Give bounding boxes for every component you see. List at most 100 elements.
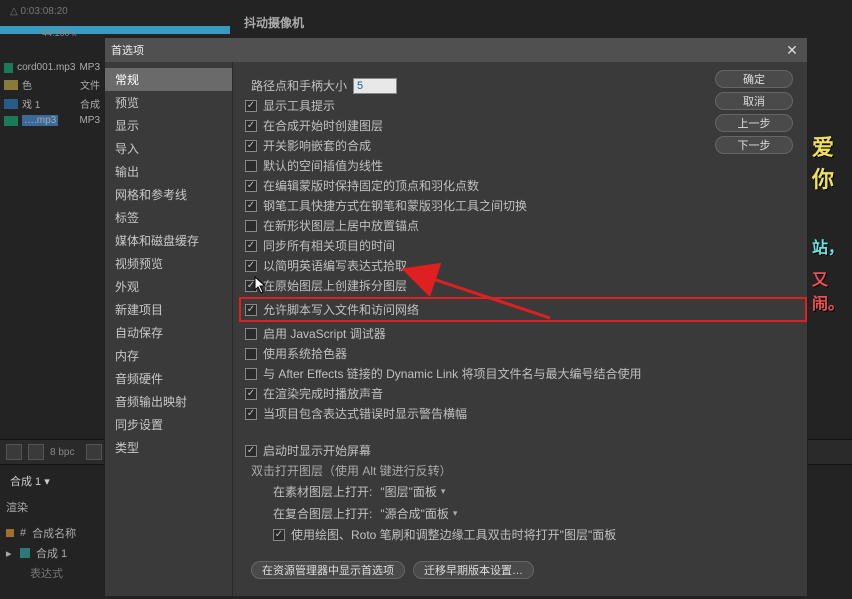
project-file-row[interactable]: 色文件 [0,75,104,94]
dialog-titlebar: 首选项 ✕ [105,38,807,62]
nav-item-14[interactable]: 音频输出映射 [105,390,232,413]
pref-label-5: 钢笔工具快捷方式在钢笔和蒙版羽化工具之间切换 [263,197,527,214]
pref-row-3: 默认的空间插值为线性 [245,157,807,174]
render-label: 渲染 [6,499,28,515]
pref-checkbox-15[interactable] [245,408,257,420]
nav-item-15[interactable]: 同步设置 [105,413,232,436]
pref-label-2: 开关影响嵌套的合成 [263,137,371,154]
migrate-settings-button[interactable]: 迁移早期版本设置… [413,561,534,579]
pref-row-11: 启用 JavaScript 调试器 [245,325,807,342]
project-file-row[interactable]: ….mp3MP3 [0,113,104,128]
dbl-row2-label: 在复合图层上打开: [273,505,372,522]
pref-checkbox-4[interactable] [245,180,257,192]
paint-tools-label: 使用绘图、Roto 笔刷和调整边缘工具双击时将打开"图层"面板 [291,526,616,543]
pref-checkbox-3[interactable] [245,160,257,172]
double-click-heading: 双击打开图层（使用 Alt 键进行反转） [251,462,807,479]
pref-label-10: 允许脚本写入文件和访问网络 [263,301,419,318]
nav-item-3[interactable]: 导入 [105,137,232,160]
comp-layer-dropdown[interactable]: "源合成"面板 ▾ [378,504,459,523]
footage-layer-dropdown-value: "图层"面板 [380,483,437,500]
timeline-row-1[interactable]: 合成 1 [36,545,67,561]
preferences-content: 确定 取消 上一步 下一步 路径点和手柄大小 显示工具提示在合成开始时创建图层开… [233,62,807,596]
pref-checkbox-8[interactable] [245,260,257,272]
nav-item-1[interactable]: 预览 [105,91,232,114]
nav-item-10[interactable]: 新建项目 [105,298,232,321]
ok-button[interactable]: 确定 [715,70,793,88]
cancel-button[interactable]: 取消 [715,92,793,110]
project-panel: cord001.mp3MP3色文件戏 1合成….mp3MP3 [0,60,104,460]
comp-layer-dropdown-value: "源合成"面板 [380,505,449,522]
project-file-row[interactable]: 戏 1合成 [0,94,104,113]
pref-checkbox-13[interactable] [245,368,257,380]
pref-row-13: 与 After Effects 链接的 Dynamic Link 将项目文件名与… [245,365,807,382]
toolbar-btn-1[interactable] [6,444,22,460]
nav-item-11[interactable]: 自动保存 [105,321,232,344]
file-name: 色 [22,77,32,92]
dbl-row1-label: 在素材图层上打开: [273,483,372,500]
file-type-icon [4,80,18,90]
nav-item-13[interactable]: 音频硬件 [105,367,232,390]
bg-samplerate: 44.100 k [42,28,77,38]
pref-label-9: 在原始图层上创建拆分图层 [263,277,407,294]
footage-layer-dropdown[interactable]: "图层"面板 ▾ [378,482,447,501]
pref-row-9: 在原始图层上创建拆分图层 [245,277,807,294]
project-file-row[interactable]: cord001.mp3MP3 [0,60,104,75]
splash-label: 启动时显示开始屏幕 [263,442,371,459]
preview-line-1: 爱你 [812,130,852,194]
nav-item-8[interactable]: 视频预览 [105,252,232,275]
pref-row-6: 在新形状图层上居中放置锚点 [245,217,807,234]
pref-row-4: 在编辑蒙版时保持固定的顶点和羽化点数 [245,177,807,194]
bpc-label: 8 bpc [50,447,74,458]
toolbar-trash-icon[interactable] [86,444,102,460]
splash-checkbox[interactable] [245,445,257,457]
nav-item-4[interactable]: 输出 [105,160,232,183]
pref-checkbox-14[interactable] [245,388,257,400]
nav-item-5[interactable]: 网格和参考线 [105,183,232,206]
pref-row-15: 当项目包含表达式错误时显示警告横幅 [245,405,807,422]
timeline-tab[interactable]: 合成 1 ▾ [0,469,60,493]
timeline-table: #合成名称 ▸合成 1 表达式 [6,523,76,583]
nav-item-16[interactable]: 类型 [105,436,232,459]
timeline-row-2[interactable]: 表达式 [30,565,63,581]
nav-item-9[interactable]: 外观 [105,275,232,298]
pref-label-6: 在新形状图层上居中放置锚点 [263,217,419,234]
pref-checkbox-7[interactable] [245,240,257,252]
pref-checkbox-5[interactable] [245,200,257,212]
pref-checkbox-1[interactable] [245,120,257,132]
paint-tools-checkbox[interactable] [273,529,285,541]
nav-item-6[interactable]: 标签 [105,206,232,229]
pref-checkbox-11[interactable] [245,328,257,340]
bg-timecode: △ 0:03:08:20 [10,6,90,17]
nav-item-7[interactable]: 媒体和磁盘缓存 [105,229,232,252]
close-icon[interactable]: ✕ [783,41,801,59]
pref-label-14: 在渲染完成时播放声音 [263,385,383,402]
nav-item-0[interactable]: 常规 [105,68,232,91]
pref-row-10: 允许脚本写入文件和访问网络 [239,297,807,322]
file-type-label: MP3 [79,115,100,126]
pref-label-4: 在编辑蒙版时保持固定的顶点和羽化点数 [263,177,479,194]
file-type-label: 合成 [80,96,100,111]
layer-chip-icon [20,548,30,558]
pref-label-11: 启用 JavaScript 调试器 [263,325,386,342]
preferences-dialog: 首选项 ✕ 常规预览显示导入输出网格和参考线标签媒体和磁盘缓存视频预览外观新建项… [104,37,808,597]
file-type-icon [4,99,18,109]
nav-item-2[interactable]: 显示 [105,114,232,137]
col-header: 合成名称 [32,525,76,541]
file-type-icon [4,116,18,126]
pref-checkbox-9[interactable] [245,280,257,292]
pref-label-8: 以简明英语编写表达式拾取 [263,257,407,274]
pref-checkbox-6[interactable] [245,220,257,232]
pref-checkbox-2[interactable] [245,140,257,152]
next-button[interactable]: 下一步 [715,136,793,154]
preview-line-3: 又闹。 [812,266,852,314]
chevron-down-icon: ▾ [441,486,446,497]
pref-checkbox-0[interactable] [245,100,257,112]
pref-checkbox-10[interactable] [245,304,257,316]
reveal-prefs-button[interactable]: 在资源管理器中显示首选项 [251,561,405,579]
nav-item-12[interactable]: 内存 [105,344,232,367]
pref-checkbox-12[interactable] [245,348,257,360]
toolbar-btn-2[interactable] [28,444,44,460]
path-size-input[interactable] [353,78,397,94]
prev-button[interactable]: 上一步 [715,114,793,132]
dialog-button-column: 确定 取消 上一步 下一步 [715,70,793,154]
